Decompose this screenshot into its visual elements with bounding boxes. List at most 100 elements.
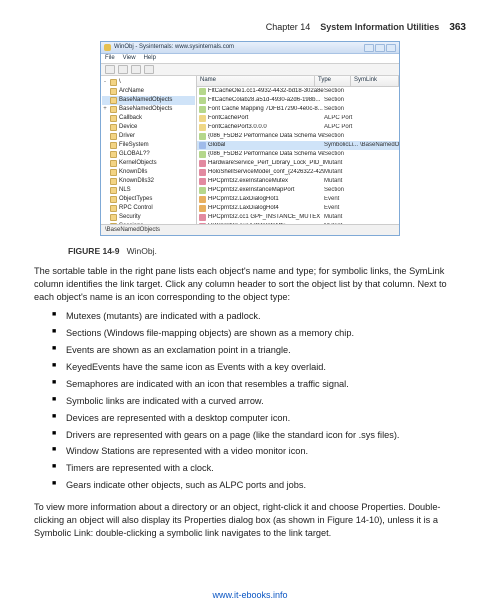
toolbar-button[interactable] (144, 65, 154, 74)
list-row[interactable]: FontCachePort3.0.0.0ALPC Port (197, 123, 399, 132)
tree-item[interactable]: BaseNamedObjects (102, 96, 195, 105)
bullet-item: Timers are represented with a clock. (52, 462, 466, 475)
list-row[interactable]: FltCacheColab28.a51d-4930-a2d6-198b...Se… (197, 96, 399, 105)
folder-icon (110, 97, 117, 104)
tree-item[interactable]: Driver (102, 132, 195, 141)
chapter-title: System Information Utilities (320, 22, 439, 32)
tree-item[interactable]: NLS (102, 186, 195, 195)
menu-help[interactable]: Help (144, 55, 156, 62)
page: Chapter 14 System Information Utilities … (0, 0, 500, 556)
list-row[interactable]: {086_F5DB2 Performance Data Schema Ve...… (197, 132, 399, 141)
list-row[interactable]: HPCprnt32.LaxDialogHot1Event (197, 195, 399, 204)
list-row[interactable]: GlobalSymbolicLi...\BaseNamedObjects (197, 141, 399, 150)
bullet-list: Mutexes (mutants) are indicated with a p… (52, 310, 466, 492)
object-type-icon (199, 196, 206, 203)
bullet-item: Symbolic links are indicated with a curv… (52, 395, 466, 408)
object-type-icon (199, 187, 206, 194)
folder-icon (110, 142, 117, 149)
col-symlink[interactable]: SymLink (351, 76, 399, 86)
folder-icon (110, 196, 117, 203)
body-panes: -\ ArcName BaseNamedObjects+BaseNamedObj… (101, 76, 399, 224)
col-name[interactable]: Name (197, 76, 315, 86)
list-row[interactable]: HPCprnt32.exeInstanceMapPortSection (197, 186, 399, 195)
minimize-button[interactable] (364, 44, 374, 52)
folder-icon (110, 187, 117, 194)
bullet-item: Drivers are represented with gears on a … (52, 429, 466, 442)
figure-caption: FIGURE 14-9 WinObj. (68, 246, 466, 256)
list-row[interactable]: Font Cache Mapping 7DFB17290-4e0c-8...Se… (197, 105, 399, 114)
folder-icon (110, 160, 117, 167)
object-type-icon (199, 88, 206, 95)
status-path: \BaseNamedObjects (105, 227, 160, 234)
body-paragraph-2: To view more information about a directo… (34, 501, 466, 540)
running-head: Chapter 14 System Information Utilities … (34, 22, 466, 33)
list-row[interactable]: HPCprnt32.cc1 GPF_INSTANCE_MUTEXMutant (197, 213, 399, 222)
list-row[interactable]: HoloShellServiceModel_conf_{2426322-4290… (197, 168, 399, 177)
window-buttons (364, 44, 396, 52)
tree-item[interactable]: -\ (102, 78, 195, 87)
folder-icon (110, 79, 117, 86)
figure-caption-text: WinObj. (127, 246, 157, 256)
figure-label: FIGURE 14-9 (68, 246, 120, 256)
column-headers: Name Type SymLink (197, 76, 399, 87)
bullet-item: Devices are represented with a desktop c… (52, 412, 466, 425)
folder-icon (110, 124, 117, 131)
col-type[interactable]: Type (315, 76, 351, 86)
object-type-icon (199, 97, 206, 104)
list-row[interactable]: HardwareService_Perf_Library_Lock_PID_8b… (197, 159, 399, 168)
figure-wrap: WinObj - Sysinternals: www.sysinternals.… (34, 41, 466, 242)
bullet-item: Window Stations are represented with a v… (52, 445, 466, 458)
folder-icon (110, 223, 117, 224)
tree-item[interactable]: ArcName (102, 87, 195, 96)
tree-item[interactable]: KernelObjects (102, 159, 195, 168)
app-icon (104, 44, 111, 51)
list-row[interactable]: FontCachePortALPC Port (197, 114, 399, 123)
list-row[interactable]: HPCprnt32.exeInstanceMutexMutant (197, 177, 399, 186)
tree-item[interactable]: Security (102, 213, 195, 222)
bullet-item: Events are shown as an exclamation point… (52, 344, 466, 357)
footer-link[interactable]: www.it-ebooks.info (0, 590, 500, 600)
tree-item[interactable]: ObjectTypes (102, 195, 195, 204)
toolbar-button[interactable] (105, 65, 115, 74)
list-row[interactable]: FltCacheOle1.cc1-4932-4432-bd18-302a8e..… (197, 87, 399, 96)
folder-icon (110, 178, 117, 185)
toolbar-button[interactable] (131, 65, 141, 74)
tree-item[interactable]: GLOBAL?? (102, 150, 195, 159)
menu-file[interactable]: File (105, 55, 115, 62)
folder-icon (110, 151, 117, 158)
close-button[interactable] (386, 44, 396, 52)
tree-item[interactable]: Sessions (102, 222, 195, 224)
tree-item[interactable]: Device (102, 123, 195, 132)
object-type-icon (199, 106, 206, 113)
bullet-item: Sections (Windows file-mapping objects) … (52, 327, 466, 340)
folder-icon (110, 106, 117, 113)
folder-icon (110, 133, 117, 140)
tree-item[interactable]: KnownDlls32 (102, 177, 195, 186)
tree-item[interactable]: +BaseNamedObjects (102, 105, 195, 114)
object-type-icon (199, 169, 206, 176)
tree-item[interactable]: RPC Control (102, 204, 195, 213)
object-type-icon (199, 160, 206, 167)
object-type-icon (199, 142, 206, 149)
chapter-label: Chapter 14 (266, 22, 311, 32)
list-pane[interactable]: Name Type SymLink FltCacheOle1.cc1-4932-… (197, 76, 399, 224)
tree-item[interactable]: FileSystem (102, 141, 195, 150)
maximize-button[interactable] (375, 44, 385, 52)
list-row[interactable]: HPCprnt32.exeActOnInfoMtxMutant (197, 222, 399, 224)
menu-bar: File View Help (101, 54, 399, 64)
folder-icon (110, 115, 117, 122)
object-type-icon (199, 133, 206, 140)
list-row[interactable]: {086_F5DB2 Performance Data Schema Ve...… (197, 150, 399, 159)
tree-item[interactable]: KnownDlls (102, 168, 195, 177)
object-type-icon (199, 205, 206, 212)
tree-item[interactable]: Callback (102, 114, 195, 123)
object-type-icon (199, 214, 206, 221)
folder-icon (110, 214, 117, 221)
menu-view[interactable]: View (123, 55, 136, 62)
bullet-item: Gears indicate other objects, such as AL… (52, 479, 466, 492)
body-paragraph-1: The sortable table in the right pane lis… (34, 265, 466, 304)
tree-pane[interactable]: -\ ArcName BaseNamedObjects+BaseNamedObj… (101, 76, 197, 224)
window-titlebar: WinObj - Sysinternals: www.sysinternals.… (101, 42, 399, 54)
toolbar-button[interactable] (118, 65, 128, 74)
list-row[interactable]: HPCprnt32.LaxDialogHot4Event (197, 204, 399, 213)
